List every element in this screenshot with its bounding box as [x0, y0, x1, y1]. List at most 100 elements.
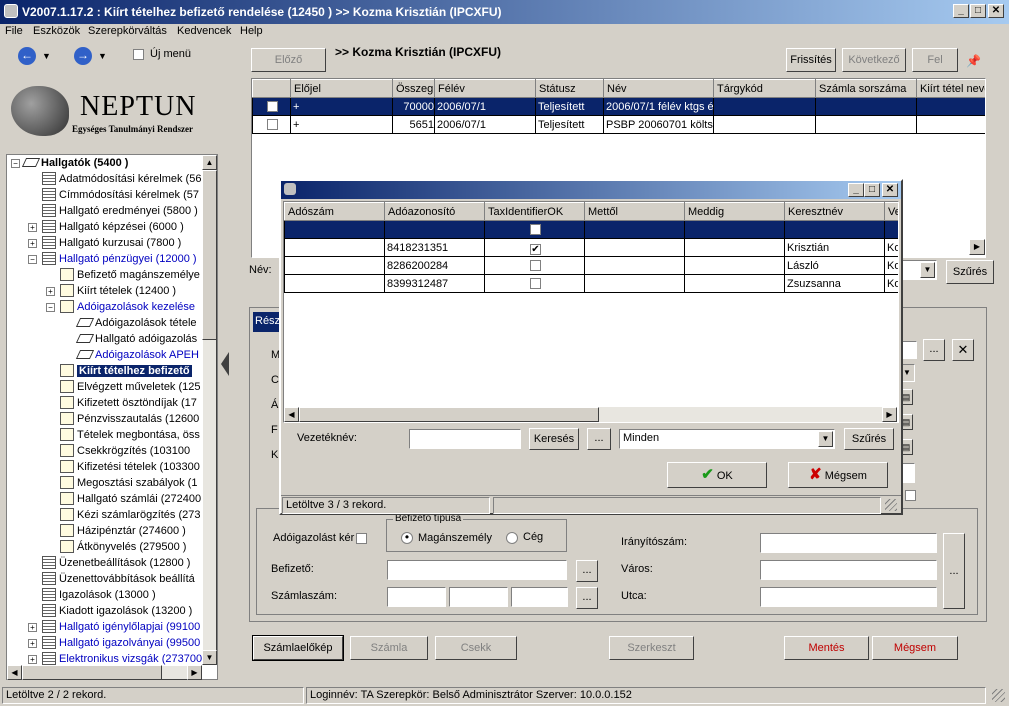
- dialog-scroll-thumb[interactable]: [299, 407, 599, 422]
- menu-file[interactable]: File: [5, 25, 23, 37]
- radio-private[interactable]: •: [401, 531, 413, 544]
- details-more-button[interactable]: ...: [923, 339, 945, 361]
- tree-item[interactable]: Kifizetett ösztöndíjak (17: [60, 395, 197, 411]
- tree-expand-icon[interactable]: +: [28, 639, 37, 648]
- dialog-close-icon[interactable]: ✕: [882, 183, 898, 197]
- name-filter-select[interactable]: ▼: [899, 260, 937, 280]
- tree-item[interactable]: Kiírt tételek (12400 ): [60, 283, 176, 299]
- tree-item[interactable]: Átkönyvelés (279500 ): [60, 539, 186, 555]
- details-tab[interactable]: Rész: [253, 312, 281, 332]
- ok-button[interactable]: ✔ OK: [667, 462, 767, 488]
- back-icon[interactable]: ←: [18, 47, 36, 65]
- tree-item[interactable]: Hallgató igazolványai (99500: [42, 635, 200, 651]
- tree-item[interactable]: Tételek megbontása, öss: [60, 427, 200, 443]
- col-status[interactable]: Státusz: [535, 79, 604, 98]
- main-grid-scroll-right-icon[interactable]: ▶: [969, 239, 985, 255]
- col-semester[interactable]: Félév: [434, 79, 536, 98]
- invoice-button[interactable]: Számla: [350, 636, 428, 660]
- col-name[interactable]: Név: [603, 79, 714, 98]
- tree-item[interactable]: Hallgató adóigazolás: [75, 331, 197, 347]
- col-first-name[interactable]: Keresztnév: [784, 202, 885, 221]
- row-checkbox[interactable]: [267, 100, 278, 112]
- tree-item[interactable]: Üzenetbeállítások (12800 ): [42, 555, 190, 571]
- resize-grip-icon[interactable]: [885, 499, 897, 511]
- col-to[interactable]: Meddig: [684, 202, 785, 221]
- tree-item[interactable]: Csekkrögzítés (103100: [60, 443, 190, 459]
- close-icon[interactable]: ✕: [988, 4, 1004, 18]
- tree-item[interactable]: Adóigazolások APEH: [75, 347, 199, 363]
- col-amount[interactable]: Összeg: [392, 79, 435, 98]
- tree-scroll-up-icon[interactable]: ▲: [202, 155, 217, 170]
- tree-item[interactable]: Kiadott igazolások (13200 ): [42, 603, 192, 619]
- tree-scroll-down-icon[interactable]: ▼: [202, 650, 217, 665]
- col-tax-id[interactable]: Adóazonosító: [384, 202, 485, 221]
- tree-item[interactable]: Kifizetési tételek (103300: [60, 459, 200, 475]
- maximize-icon[interactable]: □: [970, 4, 986, 18]
- dialog-scroll-right-icon[interactable]: ▶: [882, 407, 897, 422]
- tree-expand-icon[interactable]: +: [28, 655, 37, 664]
- dialog-cancel-button[interactable]: ✘ Mégsem: [788, 462, 888, 488]
- tree-root[interactable]: Hallgatók (5400 ): [21, 155, 128, 171]
- chevron-down-icon[interactable]: ▼: [818, 431, 833, 447]
- dialog-maximize-icon[interactable]: □: [864, 183, 880, 197]
- tree-item[interactable]: Kiírt tételhez befizető: [60, 363, 192, 379]
- payer-more-button[interactable]: ...: [576, 560, 598, 582]
- forward-dropdown-icon[interactable]: ▼: [98, 51, 107, 61]
- refresh-button[interactable]: Frissítés: [786, 48, 836, 72]
- dialog-scroll-left-icon[interactable]: ◀: [284, 407, 299, 422]
- cheque-button[interactable]: Csekk: [435, 636, 517, 660]
- menu-favorites[interactable]: Kedvencek: [177, 25, 231, 37]
- pin-icon[interactable]: 📌: [966, 54, 981, 68]
- tree-collapse-icon[interactable]: −: [28, 255, 37, 264]
- row-checkbox[interactable]: [267, 118, 278, 130]
- dialog-more-button[interactable]: ...: [587, 428, 611, 450]
- account-field-3[interactable]: [511, 587, 568, 607]
- col-tax-id-ok[interactable]: TaxIdentifierOK: [484, 202, 585, 221]
- forward-icon[interactable]: →: [74, 47, 92, 65]
- tree-item[interactable]: Üzenettovábbítások beállítá: [42, 571, 195, 587]
- search-button[interactable]: Keresés: [529, 428, 579, 450]
- surname-input[interactable]: [409, 429, 521, 449]
- tree-collapse-icon[interactable]: −: [11, 159, 20, 168]
- tax-certificate-checkbox[interactable]: [356, 533, 367, 544]
- tax-ok-checkbox[interactable]: [530, 277, 541, 289]
- tree-item[interactable]: Kézi számlarögzítés (273: [60, 507, 201, 523]
- tree-item[interactable]: Hallgató kurzusai (7800 ): [42, 235, 181, 251]
- prev-button[interactable]: Előző: [251, 48, 326, 72]
- table-row[interactable]: + 70000 2006/07/1 Teljesített 2006/07/1 …: [252, 97, 985, 116]
- filter-button[interactable]: Szűrés: [946, 260, 994, 284]
- tree-item[interactable]: Hallgató eredményei (5800 ): [42, 203, 198, 219]
- city-field[interactable]: [760, 560, 937, 580]
- table-row[interactable]: + 5651 2006/07/1 Teljesített PSBP 200607…: [252, 115, 985, 134]
- minimize-icon[interactable]: _: [953, 4, 969, 18]
- tree-collapse-icon[interactable]: −: [46, 303, 55, 312]
- account-field-2[interactable]: [449, 587, 508, 607]
- tree-item[interactable]: Hallgató igénylőlapjai (99100: [42, 619, 200, 635]
- filter-select[interactable]: Minden ▼: [619, 429, 835, 449]
- tree-item[interactable]: Adatmódosítási kérelmek (56: [42, 171, 201, 187]
- next-button[interactable]: Következő: [842, 48, 906, 72]
- tree-item[interactable]: Adóigazolások kezelése: [60, 299, 195, 315]
- radio-company[interactable]: [506, 532, 518, 544]
- chevron-down-icon[interactable]: ▼: [920, 262, 935, 278]
- tree-hscroll-right-icon[interactable]: ▶: [187, 665, 202, 680]
- tree-item[interactable]: Hallgató számlái (272400: [60, 491, 201, 507]
- tax-ok-checkbox[interactable]: [530, 223, 541, 235]
- up-button[interactable]: Fel: [912, 48, 958, 72]
- tree-item[interactable]: Igazolások (13000 ): [42, 587, 156, 603]
- tree-scroll-thumb[interactable]: [202, 170, 217, 340]
- table-row[interactable]: 8399312487 ZsuzsannaKo: [284, 274, 898, 293]
- tree-expand-icon[interactable]: +: [28, 623, 37, 632]
- tree-item[interactable]: Befizető magánszemélye: [60, 267, 200, 283]
- edit-button[interactable]: Szerkeszt: [609, 636, 694, 660]
- tree-item[interactable]: Elvégzett műveletek (125: [60, 379, 201, 395]
- payer-field[interactable]: [387, 560, 567, 580]
- dialog-minimize-icon[interactable]: _: [848, 183, 864, 197]
- account-field-1[interactable]: [387, 587, 446, 607]
- menu-help[interactable]: Help: [240, 25, 263, 37]
- tree-item[interactable]: Hallgató pénzügyei (12000 ): [42, 251, 197, 267]
- tax-ok-checkbox[interactable]: [530, 259, 541, 271]
- new-menu-checkbox[interactable]: [133, 49, 144, 60]
- menu-tools[interactable]: Eszközök: [33, 25, 80, 37]
- table-row[interactable]: 8286200284 LászlóKo: [284, 256, 898, 275]
